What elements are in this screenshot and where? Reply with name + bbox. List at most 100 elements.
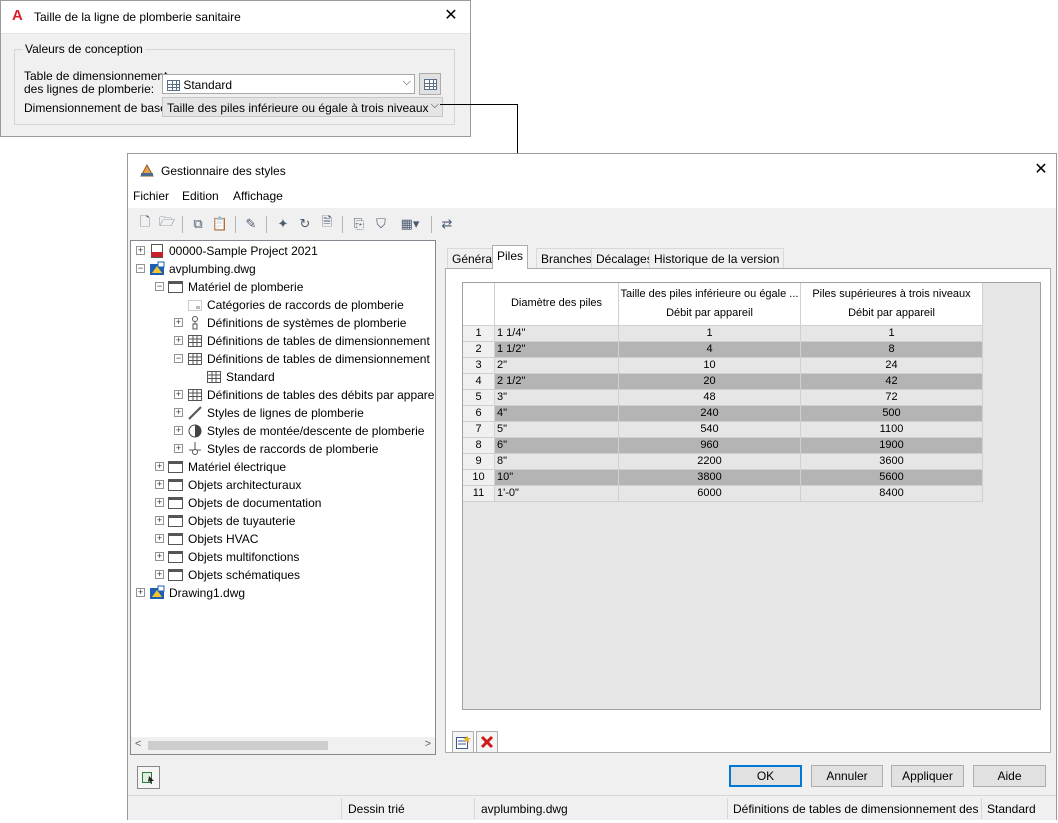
help-button[interactable]: Aide [973, 765, 1046, 787]
tab-version-history[interactable]: Historique de la version [649, 248, 785, 268]
diameter-cell[interactable]: 1 1/4" [495, 326, 619, 342]
collapse-icon[interactable]: − [155, 282, 164, 291]
tree-item[interactable]: + Objets de documentation [131, 494, 435, 512]
low-stack-flow-cell[interactable]: 540 [619, 422, 801, 438]
low-stack-flow-cell[interactable]: 1 [619, 326, 801, 342]
expand-icon[interactable]: + [136, 246, 145, 255]
collapse-icon[interactable]: − [136, 264, 145, 273]
scroll-right-icon[interactable]: > [425, 738, 431, 750]
row-number[interactable]: 3 [463, 358, 495, 374]
table-row[interactable]: 3 2" 10 24 [463, 358, 983, 374]
diameter-cell[interactable]: 2" [495, 358, 619, 374]
high-stack-flow-cell[interactable]: 42 [801, 374, 983, 390]
tree-item[interactable]: + Styles de lignes de plomberie [131, 404, 435, 422]
filter-icon[interactable]: ⛉ [371, 214, 391, 234]
cancel-button[interactable]: Annuler [811, 765, 883, 787]
low-stack-flow-cell[interactable]: 48 [619, 390, 801, 406]
col-header-high-stacks[interactable]: Piles supérieures à trois niveaux Débit … [801, 283, 983, 326]
refresh-icon[interactable]: ↻ [295, 214, 315, 234]
tree-horizontal-scrollbar[interactable]: < > [131, 737, 435, 754]
tree-item[interactable]: + Styles de raccords de plomberie [131, 440, 435, 458]
apply-button[interactable]: Appliquer [891, 765, 964, 787]
table-row[interactable]: 21 1/2" 4 8 [463, 342, 983, 358]
ok-button[interactable]: OK [729, 765, 802, 787]
high-stack-flow-cell[interactable]: 500 [801, 406, 983, 422]
row-number[interactable]: 9 [463, 454, 495, 470]
expand-icon[interactable]: + [174, 336, 183, 345]
tree-item[interactable]: + Objets de tuyauterie [131, 512, 435, 530]
diameter-cell[interactable]: 10" [495, 470, 619, 486]
diameter-cell[interactable]: 1 1/2" [495, 342, 619, 358]
diameter-cell[interactable]: 3" [495, 390, 619, 406]
diameter-cell[interactable]: 1'-0" [495, 486, 619, 502]
tree-item[interactable]: + Définitions de tables de dimensionnemen… [131, 332, 435, 350]
menu-file[interactable]: Fichier [133, 189, 169, 203]
table-row[interactable]: 6 4" 240 500 [463, 406, 983, 422]
low-stack-flow-cell[interactable]: 2200 [619, 454, 801, 470]
tree-item[interactable]: − Définitions de tables de dimensionnemen… [131, 350, 435, 368]
expand-icon[interactable]: + [174, 408, 183, 417]
tree-item[interactable]: + Drawing1.dwg [131, 584, 435, 602]
row-number[interactable]: 1 [463, 326, 495, 342]
edit-style-icon[interactable]: 🗎 [317, 214, 337, 234]
tree-item[interactable]: + Définitions de systèmes de plomberie [131, 314, 435, 332]
sizing-table-select[interactable]: Standard ⌵ [162, 74, 415, 94]
col-header-low-stacks[interactable]: Taille des piles inférieure ou égale ...… [619, 283, 801, 326]
menu-edit[interactable]: Edition [182, 189, 219, 203]
high-stack-flow-cell[interactable]: 1100 [801, 422, 983, 438]
low-stack-flow-cell[interactable]: 3800 [619, 470, 801, 486]
high-stack-flow-cell[interactable]: 3600 [801, 454, 983, 470]
diameter-cell[interactable]: 8" [495, 454, 619, 470]
delete-row-button[interactable] [476, 731, 498, 753]
expand-icon[interactable]: + [155, 534, 164, 543]
tree-item[interactable]: + Définitions de tables des débits par ap… [131, 386, 435, 404]
open-table-button[interactable] [419, 73, 441, 95]
tree-item[interactable]: Catégories de raccords de plomberie [131, 296, 435, 314]
tree-item[interactable]: + Objets HVAC [131, 530, 435, 548]
close-icon[interactable]: ✕ [442, 7, 460, 25]
table-row[interactable]: 9 8" 2200 3600 [463, 454, 983, 470]
diameter-cell[interactable]: 4" [495, 406, 619, 422]
diameter-cell[interactable]: 2 1/2" [495, 374, 619, 390]
tree-item[interactable]: + Objets architecturaux [131, 476, 435, 494]
add-row-button[interactable] [452, 731, 474, 753]
high-stack-flow-cell[interactable]: 5600 [801, 470, 983, 486]
table-row[interactable]: 8 6" 960 1900 [463, 438, 983, 454]
table-row[interactable]: 11 1'-0" 6000 8400 [463, 486, 983, 502]
open-folder-icon[interactable]: 🗁 [157, 214, 177, 234]
row-number[interactable]: 5 [463, 390, 495, 406]
toggle-panel-button[interactable] [137, 766, 160, 789]
low-stack-flow-cell[interactable]: 4 [619, 342, 801, 358]
expand-icon[interactable]: + [136, 588, 145, 597]
tree-item[interactable]: + Objets schématiques [131, 566, 435, 584]
expand-icon[interactable]: + [155, 480, 164, 489]
table-row[interactable]: 5 3" 48 72 [463, 390, 983, 406]
high-stack-flow-cell[interactable]: 24 [801, 358, 983, 374]
basis-select[interactable]: Taille des piles inférieure ou égale à t… [162, 97, 443, 117]
low-stack-flow-cell[interactable]: 960 [619, 438, 801, 454]
row-number[interactable]: 8 [463, 438, 495, 454]
high-stack-flow-cell[interactable]: 8 [801, 342, 983, 358]
toggle-view-icon[interactable]: ⇄ [437, 214, 457, 234]
row-number[interactable]: 6 [463, 406, 495, 422]
expand-icon[interactable]: + [155, 570, 164, 579]
expand-icon[interactable]: + [174, 444, 183, 453]
paste-icon[interactable]: 📋 [210, 214, 230, 234]
row-number[interactable]: 4 [463, 374, 495, 390]
new-style-icon[interactable]: ✦ [273, 214, 293, 234]
new-drawing-icon[interactable]: 🗋 [135, 214, 155, 234]
table-row[interactable]: 7 5" 540 1100 [463, 422, 983, 438]
view-options-icon[interactable]: ▦▾ [395, 214, 425, 234]
high-stack-flow-cell[interactable]: 72 [801, 390, 983, 406]
diameter-cell[interactable]: 5" [495, 422, 619, 438]
tab-offsets[interactable]: Décalages [591, 248, 658, 268]
diameter-cell[interactable]: 6" [495, 438, 619, 454]
table-row[interactable]: 10 10" 3800 5600 [463, 470, 983, 486]
tree-item[interactable]: + Objets multifonctions [131, 548, 435, 566]
style-tree[interactable]: +00000-Sample Project 2021− avplumbing.dw… [130, 240, 436, 755]
scroll-left-icon[interactable]: < [135, 738, 141, 750]
low-stack-flow-cell[interactable]: 10 [619, 358, 801, 374]
tree-item[interactable]: − avplumbing.dwg [131, 260, 435, 278]
expand-icon[interactable]: + [174, 390, 183, 399]
scroll-thumb[interactable] [148, 741, 328, 750]
